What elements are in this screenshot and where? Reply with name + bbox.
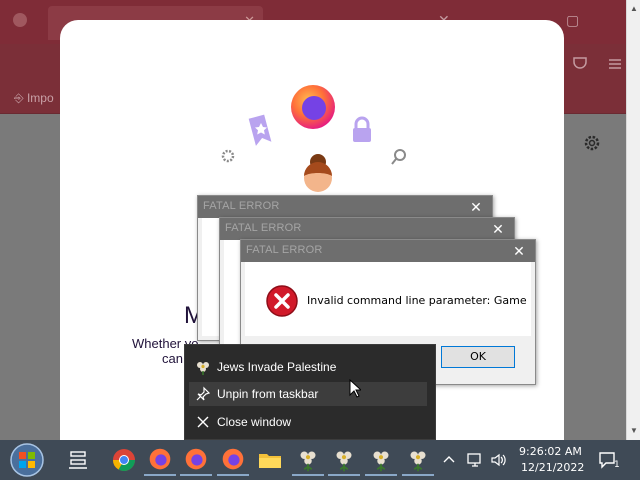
close-icon	[197, 416, 209, 428]
flower-app-icon[interactable]	[292, 444, 324, 476]
bookmark-star-icon	[248, 114, 272, 146]
menu-icon[interactable]	[608, 58, 622, 70]
unpin-icon	[196, 386, 211, 401]
volume-icon[interactable]	[490, 452, 508, 468]
jumplist-item-label: Jews Invade Palestine	[217, 360, 337, 374]
person-illustration-icon	[304, 154, 332, 192]
error-titlebar: FATAL ERROR ✕	[198, 196, 492, 218]
firefox-icon[interactable]	[180, 444, 212, 476]
error-title: FATAL ERROR	[225, 222, 302, 234]
taskbar-jumplist: Jews Invade Palestine Unpin from taskbar…	[184, 344, 436, 440]
chevron-up-icon[interactable]	[443, 454, 455, 464]
jumplist-item-app[interactable]: Jews Invade Palestine	[189, 355, 427, 379]
flower-app-icon[interactable]	[402, 444, 434, 476]
jumplist-item-label: Unpin from taskbar	[217, 387, 319, 401]
flower-app-icon[interactable]	[328, 444, 360, 476]
error-titlebar: FATAL ERROR ✕	[220, 218, 514, 240]
network-icon[interactable]	[466, 452, 484, 468]
mouse-cursor-icon	[349, 379, 361, 398]
firefox-icon[interactable]	[144, 444, 176, 476]
notification-badge: 1	[614, 460, 620, 470]
start-button-icon[interactable]	[8, 442, 46, 478]
scroll-up-icon[interactable]: ▲	[630, 4, 638, 13]
error-close-icon[interactable]: ✕	[466, 198, 486, 216]
error-titlebar: FATAL ERROR ✕	[241, 240, 535, 262]
firefox-logo-icon	[291, 85, 335, 129]
gear-icon[interactable]	[583, 134, 601, 152]
import-bookmarks-link[interactable]: ⎆ Impo	[14, 91, 54, 106]
error-close-icon[interactable]: ✕	[509, 242, 529, 260]
error-title: FATAL ERROR	[246, 244, 323, 256]
file-explorer-icon[interactable]	[254, 444, 286, 476]
flower-app-icon[interactable]	[365, 444, 397, 476]
error-title: FATAL ERROR	[203, 200, 280, 212]
import-bookmarks-label: Impo	[26, 91, 54, 105]
search-icon	[391, 149, 406, 165]
taskbar: 9:26:02 AM 12/21/2022 1	[0, 440, 640, 480]
ok-button[interactable]: OK	[441, 346, 515, 368]
pocket-icon[interactable]	[572, 56, 588, 70]
settings-small-icon	[221, 149, 235, 163]
error-message: Invalid command line parameter: Game	[307, 294, 527, 307]
firefox-small-icon	[13, 13, 27, 27]
task-view-icon[interactable]	[62, 444, 94, 476]
flower-icon	[197, 362, 209, 375]
window-maximize-icon[interactable]: ▢	[566, 12, 579, 29]
jumplist-item-close[interactable]: Close window	[189, 410, 427, 434]
vertical-scrollbar[interactable]: ▲ ▼	[626, 0, 640, 440]
jumplist-item-label: Close window	[217, 415, 292, 429]
jumplist-item-unpin[interactable]: Unpin from taskbar	[189, 382, 427, 406]
error-icon	[266, 285, 298, 317]
clock-time[interactable]: 9:26:02 AM	[519, 445, 582, 458]
firefox-icon[interactable]	[217, 444, 249, 476]
scroll-down-icon[interactable]: ▼	[630, 426, 638, 435]
error-close-icon[interactable]: ✕	[488, 220, 508, 238]
lock-icon	[353, 116, 371, 142]
chrome-icon[interactable]	[108, 444, 140, 476]
clock-date[interactable]: 12/21/2022	[521, 461, 584, 474]
